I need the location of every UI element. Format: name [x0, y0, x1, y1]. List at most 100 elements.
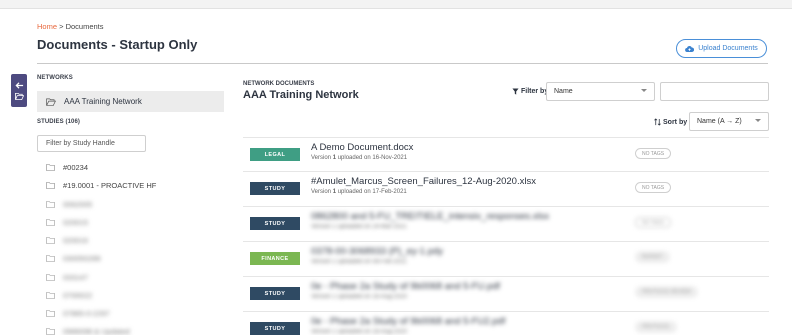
study-item[interactable]: #19.0001 - PROACTIVE HF	[46, 179, 156, 191]
study-item[interactable]: 020016	[46, 234, 88, 246]
chevron-down-icon	[755, 119, 761, 122]
study-item[interactable]: 07865-0-2297	[46, 307, 110, 319]
document-row[interactable]: STUDY 0862800 and 5-FU_TREITIELE_intensi…	[243, 207, 769, 242]
chevron-down-icon	[641, 89, 647, 92]
network-item-label: AAA Training Network	[64, 97, 142, 106]
breadcrumb-home-link[interactable]: Home	[37, 22, 57, 31]
study-item-label: #00234	[63, 162, 89, 172]
title-divider	[37, 63, 768, 64]
folder-open-icon	[14, 92, 24, 100]
study-item[interactable]: 0700022	[46, 289, 92, 301]
filter-field-value: Name	[554, 88, 573, 95]
tags-pill: PROTOCOL	[635, 321, 677, 333]
collapse-sidebar-tab[interactable]	[11, 74, 27, 107]
filter-field-select[interactable]: Name	[546, 82, 655, 101]
page-title: Documents - Startup Only	[37, 37, 198, 52]
category-badge: STUDY	[250, 182, 300, 195]
document-meta: Version 1 uploaded on 17-Feb-2021	[311, 189, 407, 195]
network-documents-title: AAA Training Network	[243, 89, 359, 101]
folder-icon	[46, 273, 55, 281]
category-badge: STUDY	[250, 217, 300, 230]
document-meta: Version 1 uploaded on 16-Aug-2020	[311, 294, 408, 300]
folder-icon	[46, 218, 55, 226]
sort-order-value: Name (A → Z)	[697, 118, 742, 125]
breadcrumb-current: Documents	[65, 22, 104, 31]
tags-pill: BUDGET	[635, 251, 670, 263]
category-badge: FINANCE	[250, 252, 300, 265]
study-item[interactable]: 033147	[46, 271, 88, 283]
study-item-label: 020015	[63, 217, 89, 227]
study-item[interactable]: 0986098 & Updated	[46, 325, 130, 335]
document-meta: Version 1 uploaded on 18-Aug-2020	[311, 329, 408, 335]
folder-icon	[46, 181, 55, 189]
tags-pill: PROTOCOL REVIEW	[635, 286, 698, 298]
sort-by-text: Sort by	[663, 118, 688, 126]
study-item-label: 030050289	[63, 253, 101, 263]
upload-date: 16-Nov-2021	[372, 155, 408, 161]
document-row[interactable]: STUDY 0e - Phase 2a Study of 9b0068 and …	[243, 312, 769, 335]
document-name[interactable]: 0862800 and 5-FU_TREITIELE_intensiv_resp…	[311, 211, 549, 222]
study-item[interactable]: #00234	[46, 161, 88, 173]
study-item-label: 0700022	[63, 290, 93, 300]
main-card: Home > Documents Documents - Startup Onl…	[0, 8, 792, 335]
uploaded-text: uploaded on	[336, 189, 373, 195]
studies-heading: STUDIES (106)	[37, 119, 80, 125]
tags-pill: NO TAGS	[635, 148, 672, 159]
version-prefix: Version	[311, 189, 333, 195]
category-badge: STUDY	[250, 322, 300, 335]
folder-icon	[46, 254, 55, 262]
sort-arrows-icon	[654, 118, 661, 126]
study-item[interactable]: 020015	[46, 216, 88, 228]
filter-search-input[interactable]	[660, 82, 769, 101]
tags-pill: NO TAGS	[635, 182, 672, 193]
networks-heading: NETWORKS	[37, 75, 73, 81]
tags-pill: NO TAGS	[635, 217, 672, 228]
document-name[interactable]: A Demo Document.docx	[311, 142, 413, 153]
upload-date: 17-Feb-2021	[372, 189, 407, 195]
document-meta: Version 1 uploaded on 16-Nov-2021	[311, 155, 407, 161]
study-item-label: 0062005	[63, 199, 93, 209]
upload-documents-label: Upload Documents	[698, 45, 758, 52]
folder-icon	[46, 236, 55, 244]
sort-by-label: Sort by	[654, 118, 687, 126]
breadcrumb: Home > Documents	[37, 22, 104, 31]
folder-icon	[46, 200, 55, 208]
study-item-label: 033147	[63, 272, 89, 282]
category-badge: LEGAL	[250, 148, 300, 161]
document-row[interactable]: FINANCE 0378-00-3068933 (P)_ey-1.pdy Ver…	[243, 242, 769, 277]
study-item[interactable]: 0062005	[46, 198, 92, 210]
network-item-aaa-training[interactable]: AAA Training Network	[37, 91, 224, 112]
filter-funnel-icon	[512, 88, 519, 95]
version-prefix: Version	[311, 155, 333, 161]
document-row[interactable]: STUDY #Amulet_Marcus_Screen_Failures_12-…	[243, 172, 769, 207]
study-item[interactable]: 030050289	[46, 252, 101, 264]
sort-order-select[interactable]: Name (A → Z)	[689, 112, 769, 131]
breadcrumb-separator: >	[57, 22, 66, 31]
category-badge: STUDY	[250, 287, 300, 300]
document-row[interactable]: STUDY 0e - Phase 2a Study of 9b0068 and …	[243, 277, 769, 312]
study-item-label: 07865-0-2297	[63, 308, 110, 318]
document-meta: Version 1 uploaded on 08-Feb-2021	[311, 259, 407, 265]
document-name[interactable]: 0e - Phase 2a Study of 9b0068 and 5-FU2.…	[311, 316, 505, 327]
document-name[interactable]: 0e - Phase 2a Study of 9b0068 and 5-FU.p…	[311, 281, 500, 292]
document-name[interactable]: #Amulet_Marcus_Screen_Failures_12-Aug-20…	[311, 176, 536, 187]
uploaded-text: uploaded on	[336, 155, 373, 161]
folder-icon	[46, 309, 55, 317]
folder-icon	[46, 327, 55, 335]
folder-open-icon	[46, 98, 56, 106]
folder-icon	[46, 291, 55, 299]
folder-icon	[46, 163, 55, 171]
cloud-upload-icon	[685, 45, 695, 52]
document-meta: Version 1 uploaded on 24-Mar-2021	[311, 224, 407, 230]
filter-by-text: Filter by	[521, 88, 549, 95]
network-documents-label: NETWORK DOCUMENTS	[243, 81, 315, 87]
filter-by-label: Filter by	[512, 88, 548, 95]
upload-documents-button[interactable]: Upload Documents	[676, 39, 767, 58]
document-row[interactable]: LEGAL A Demo Document.docx Version 1 upl…	[243, 137, 769, 172]
arrow-left-icon	[14, 81, 23, 89]
study-item-label: 0986098 & Updated	[63, 326, 130, 335]
study-filter-input[interactable]: Filter by Study Handle	[37, 135, 146, 152]
study-item-label: #19.0001 - PROACTIVE HF	[63, 180, 157, 190]
document-name[interactable]: 0378-00-3068933 (P)_ey-1.pdy	[311, 246, 443, 257]
study-item-label: 020016	[63, 235, 89, 245]
